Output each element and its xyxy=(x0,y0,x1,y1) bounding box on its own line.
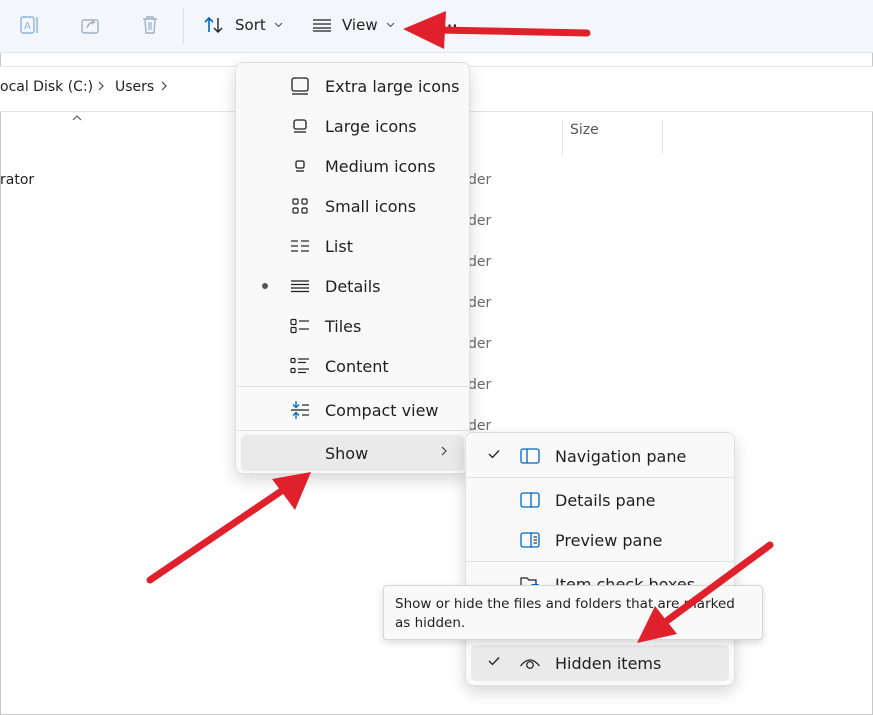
hidden-items-icon xyxy=(519,653,541,673)
type-cell: der xyxy=(468,254,492,270)
menu-item-compact-view[interactable]: Compact view xyxy=(241,392,464,428)
details-pane-icon xyxy=(519,490,541,510)
medium-icons-icon xyxy=(289,156,311,176)
column-header-size[interactable]: Size xyxy=(570,122,599,138)
navigation-pane-icon xyxy=(519,446,541,466)
menu-item-medium-icons[interactable]: Medium icons xyxy=(241,148,464,184)
menu-item-large-icons[interactable]: Large icons xyxy=(241,108,464,144)
see-more-button[interactable]: ··· xyxy=(441,14,458,38)
chevron-down-icon xyxy=(274,22,283,28)
menu-item-show[interactable]: Show xyxy=(241,435,464,471)
selected-bullet-icon xyxy=(262,283,268,289)
hidden-items-tooltip: Show or hide the files and folders that … xyxy=(383,585,763,640)
menu-item-details-pane[interactable]: Details pane xyxy=(471,482,729,518)
menu-item-hidden-items[interactable]: Hidden items xyxy=(471,645,729,681)
type-cell: der xyxy=(468,377,492,393)
view-menu: Extra large icons Large icons Medium ico… xyxy=(235,62,470,474)
menu-item-navigation-pane[interactable]: Navigation pane xyxy=(471,438,729,474)
type-cell: der xyxy=(468,172,492,188)
menu-separator xyxy=(236,430,469,431)
menu-separator xyxy=(466,477,734,478)
submenu-visible-region: Navigation pane Details pane Preview pan… xyxy=(466,433,734,585)
menu-item-extra-large-icons[interactable]: Extra large icons xyxy=(241,68,464,104)
list-icon xyxy=(289,236,311,256)
menu-separator xyxy=(466,561,734,562)
content-icon xyxy=(289,356,311,376)
toolbar-separator xyxy=(183,8,184,44)
small-icons-icon xyxy=(289,196,311,216)
show-submenu: Navigation pane Details pane Preview pan… xyxy=(465,432,735,686)
menu-item-content[interactable]: Content xyxy=(241,348,464,384)
menu-separator xyxy=(236,386,469,387)
preview-pane-icon xyxy=(519,530,541,550)
menu-item-details[interactable]: Details xyxy=(241,268,464,304)
chevron-right-icon[interactable] xyxy=(160,80,168,92)
menu-item-preview-pane[interactable]: Preview pane xyxy=(471,522,729,558)
type-cell: der xyxy=(468,295,492,311)
menu-item-list[interactable]: List xyxy=(241,228,464,264)
column-divider[interactable] xyxy=(562,120,563,154)
chevron-right-icon xyxy=(441,446,447,456)
svg-text:A: A xyxy=(24,21,31,32)
menu-item-small-icons[interactable]: Small icons xyxy=(241,188,464,224)
extra-large-icons-icon xyxy=(289,76,311,96)
view-label: View xyxy=(342,16,378,34)
view-details-icon xyxy=(313,19,331,32)
checkmark-icon xyxy=(488,657,500,666)
compact-view-icon xyxy=(289,400,311,420)
sort-button[interactable]: Sort xyxy=(203,12,283,38)
menu-item-tiles[interactable]: Tiles xyxy=(241,308,464,344)
sort-icon xyxy=(204,16,223,33)
sort-ascending-icon[interactable] xyxy=(71,114,83,122)
menu-item-item-check-boxes[interactable]: Item check boxes xyxy=(471,566,729,585)
tiles-icon xyxy=(289,316,311,336)
breadcrumb-local-disk[interactable]: ocal Disk (C:) xyxy=(0,79,93,95)
file-row-name[interactable]: rator xyxy=(0,172,34,188)
checkmark-icon xyxy=(488,450,500,459)
rename-icon[interactable]: A xyxy=(17,12,43,38)
breadcrumb-users[interactable]: Users xyxy=(115,79,154,95)
sort-label: Sort xyxy=(235,16,266,34)
command-bar: A Sort View ··· xyxy=(0,0,873,53)
chevron-right-icon[interactable] xyxy=(97,80,105,92)
large-icons-icon xyxy=(289,116,311,136)
details-icon xyxy=(289,276,311,296)
chevron-down-icon xyxy=(386,22,394,28)
share-icon[interactable] xyxy=(77,12,103,38)
column-divider[interactable] xyxy=(662,120,663,154)
type-cell: der xyxy=(468,213,492,229)
delete-icon[interactable] xyxy=(137,12,163,38)
view-button[interactable]: View xyxy=(312,12,395,38)
item-check-boxes-icon xyxy=(519,574,541,585)
type-cell: der xyxy=(468,336,492,352)
